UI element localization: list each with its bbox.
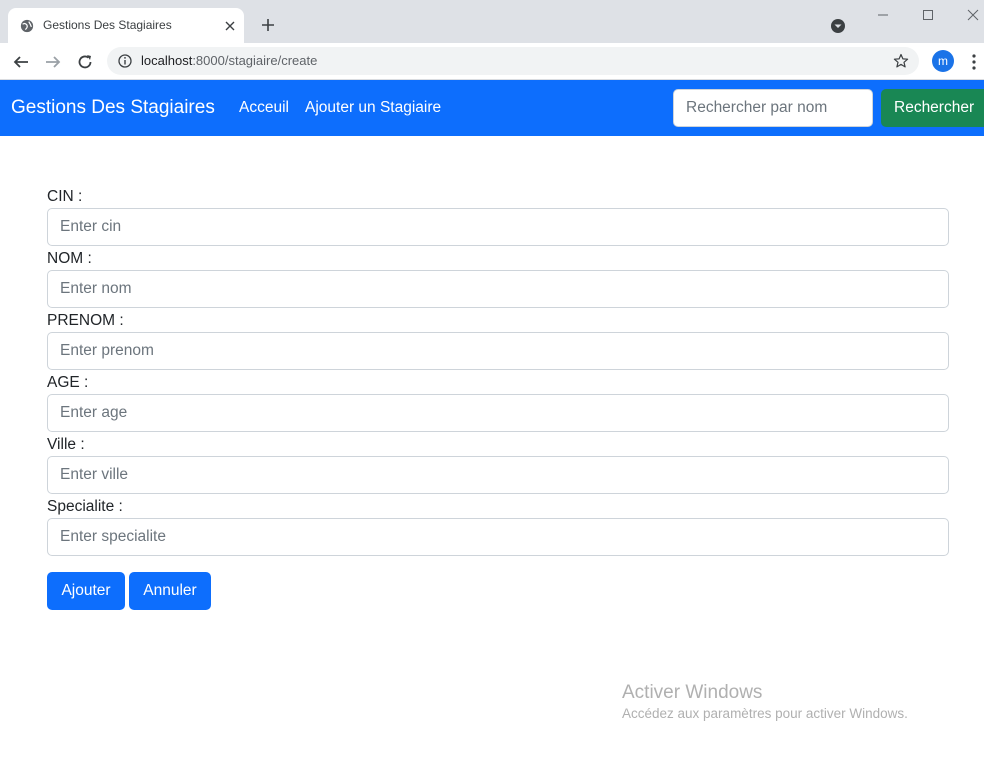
annuler-button[interactable]: Annuler bbox=[129, 572, 211, 610]
ajouter-button[interactable]: Ajouter bbox=[47, 572, 125, 610]
windows-activation-title: Activer Windows bbox=[622, 682, 763, 703]
field-age: AGE : bbox=[47, 372, 949, 434]
specialite-label: Specialite : bbox=[47, 498, 123, 515]
cin-label: CIN : bbox=[47, 188, 83, 205]
cin-input[interactable] bbox=[47, 208, 949, 246]
field-nom: NOM : bbox=[47, 248, 949, 310]
browser-toolbar: localhost:8000/stagiaire/create m bbox=[0, 43, 984, 80]
field-cin: CIN : bbox=[47, 186, 949, 248]
nom-label: NOM : bbox=[47, 250, 92, 267]
field-prenom: PRENOM : bbox=[47, 310, 949, 372]
ville-label: Ville : bbox=[47, 436, 85, 453]
navbar-brand[interactable]: Gestions Des Stagiaires bbox=[11, 97, 215, 119]
search-input[interactable] bbox=[673, 89, 873, 127]
stagiaire-form: CIN : NOM : PRENOM : AGE : Ville : Speci… bbox=[47, 186, 949, 558]
nav-link-acceuil[interactable]: Acceuil bbox=[239, 99, 289, 117]
url-host: localhost bbox=[141, 53, 193, 68]
windows-activation-subtitle: Accédez aux paramètres pour activer Wind… bbox=[622, 706, 908, 721]
avatar[interactable]: m bbox=[932, 50, 954, 72]
back-arrow-icon[interactable] bbox=[12, 53, 30, 71]
url-path: :8000/stagiaire/create bbox=[192, 53, 318, 68]
specialite-input[interactable] bbox=[47, 518, 949, 556]
browser-tab-strip: Gestions Des Stagiaires bbox=[0, 0, 984, 43]
prenom-label: PRENOM : bbox=[47, 312, 124, 329]
age-label: AGE : bbox=[47, 374, 89, 391]
maximize-icon[interactable] bbox=[921, 9, 935, 21]
ville-input[interactable] bbox=[47, 456, 949, 494]
info-icon[interactable] bbox=[118, 54, 132, 68]
field-ville: Ville : bbox=[47, 434, 949, 496]
navbar: Gestions Des Stagiaires Acceuil Ajouter … bbox=[0, 80, 984, 136]
field-specialite: Specialite : bbox=[47, 496, 949, 558]
reload-icon[interactable] bbox=[76, 53, 94, 71]
tab-search-icon[interactable] bbox=[830, 18, 846, 34]
age-input[interactable] bbox=[47, 394, 949, 432]
window-close-icon[interactable] bbox=[966, 9, 980, 21]
search-button[interactable]: Rechercher bbox=[881, 89, 984, 127]
forward-arrow-icon[interactable] bbox=[44, 53, 62, 71]
close-icon[interactable] bbox=[224, 20, 236, 32]
plus-icon[interactable] bbox=[261, 18, 275, 32]
tab-title: Gestions Des Stagiaires bbox=[43, 18, 172, 32]
address-bar[interactable]: localhost:8000/stagiaire/create bbox=[107, 47, 919, 75]
prenom-input[interactable] bbox=[47, 332, 949, 370]
globe-icon bbox=[20, 19, 34, 33]
star-icon[interactable] bbox=[893, 53, 909, 69]
nav-link-ajouter-stagiaire[interactable]: Ajouter un Stagiaire bbox=[305, 99, 441, 117]
kebab-menu-icon[interactable] bbox=[971, 53, 977, 71]
minimize-icon[interactable] bbox=[876, 9, 890, 21]
url-text: localhost:8000/stagiaire/create bbox=[141, 53, 317, 68]
nom-input[interactable] bbox=[47, 270, 949, 308]
browser-tab[interactable]: Gestions Des Stagiaires bbox=[8, 8, 244, 43]
